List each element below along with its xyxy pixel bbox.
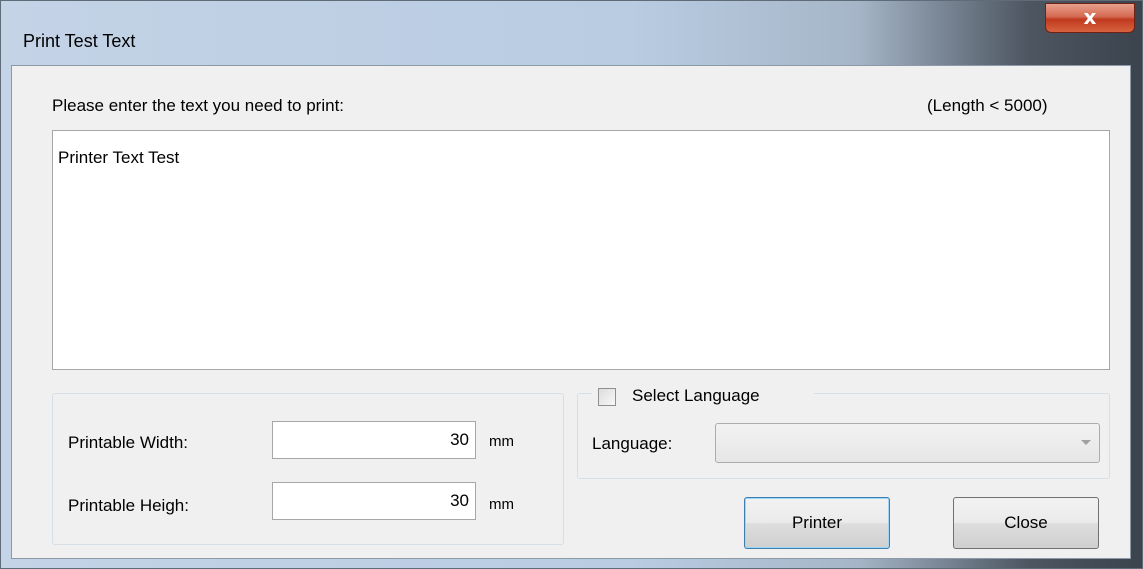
length-hint-label: (Length < 5000) bbox=[927, 96, 1048, 115]
dialog-body: Please enter the text you need to print:… bbox=[11, 65, 1131, 559]
select-language-label[interactable]: Select Language bbox=[632, 386, 760, 406]
printable-height-input[interactable] bbox=[272, 482, 476, 520]
close-button[interactable]: Close bbox=[953, 497, 1099, 549]
printable-width-input[interactable] bbox=[272, 421, 476, 459]
printable-height-label: Printable Heigh: bbox=[68, 496, 189, 515]
close-icon: x bbox=[1083, 5, 1097, 29]
printable-width-label: Printable Width: bbox=[68, 433, 188, 452]
printable-size-group bbox=[52, 393, 564, 545]
text-prompt-label: Please enter the text you need to print: bbox=[52, 96, 345, 115]
width-unit-label: mm bbox=[489, 433, 514, 450]
chevron-down-icon bbox=[1081, 440, 1091, 445]
close-window-button[interactable]: x bbox=[1045, 3, 1135, 33]
language-select[interactable] bbox=[715, 423, 1100, 463]
print-text-input[interactable]: Printer Text Test bbox=[52, 130, 1110, 370]
select-language-checkbox[interactable] bbox=[598, 388, 616, 406]
dialog-window: Print Test Text x Please enter the text … bbox=[0, 0, 1143, 569]
language-label: Language: bbox=[592, 434, 673, 453]
window-title: Print Test Text bbox=[23, 31, 136, 51]
height-unit-label: mm bbox=[489, 496, 514, 513]
title-bar[interactable]: Print Test Text x bbox=[1, 1, 1142, 65]
close-button-label: Close bbox=[1004, 513, 1048, 532]
printer-button-label: Printer bbox=[791, 513, 843, 532]
printer-button[interactable]: Printer bbox=[744, 497, 890, 549]
